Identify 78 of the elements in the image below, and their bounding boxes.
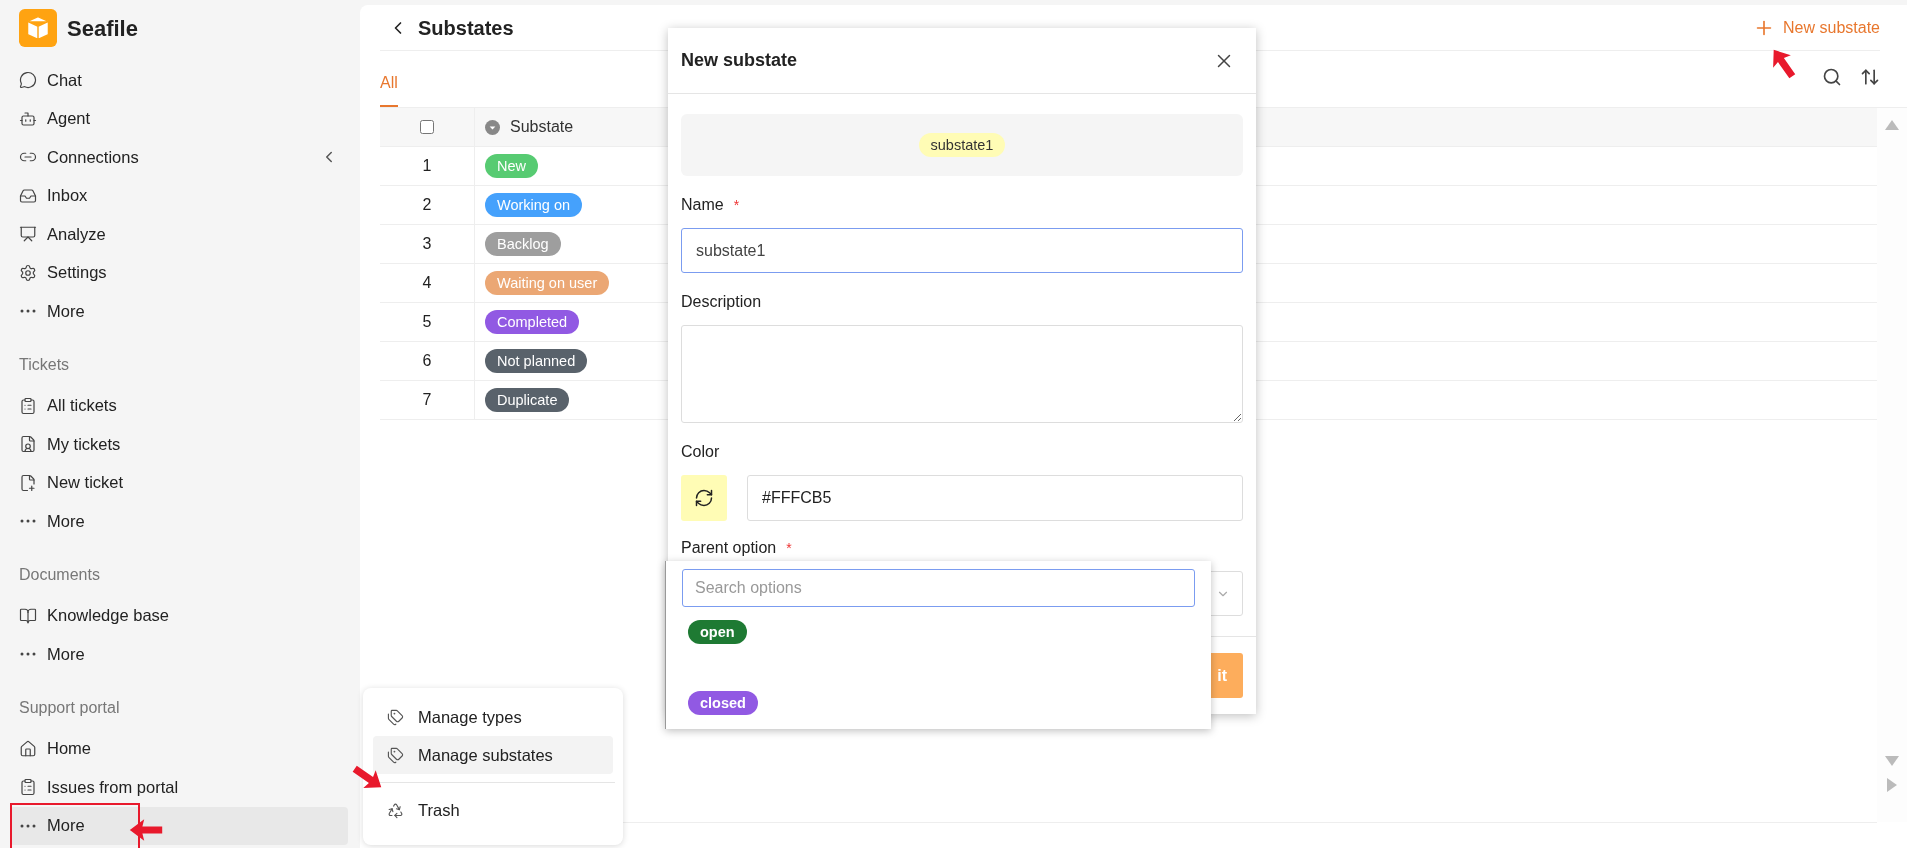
section-title: Support portal (18, 697, 121, 718)
tag-icon (387, 708, 404, 726)
sidebar-item[interactable]: Inbox (10, 176, 348, 215)
sidebar-item[interactable]: All tickets (10, 386, 348, 425)
substate-tag: Not planned (485, 349, 588, 373)
row-number: 1 (380, 147, 475, 185)
home-icon (19, 739, 37, 758)
sort-icon[interactable] (1860, 67, 1880, 87)
dropdown-circle-icon (485, 119, 500, 135)
sidebar-item[interactable]: Agent (10, 99, 348, 138)
robot-icon (19, 109, 37, 128)
search-icon[interactable] (1822, 67, 1842, 87)
substate-tag: New (485, 154, 538, 178)
more-icon (20, 652, 36, 657)
row-number: 2 (380, 186, 475, 224)
sidebar-item[interactable]: More (10, 806, 348, 845)
recycle-icon (387, 801, 404, 819)
sidebar-item[interactable]: My tickets (10, 425, 348, 464)
color-hex-field[interactable]: #FFFCB5 (747, 475, 1243, 521)
menu-item[interactable]: Trash (373, 791, 613, 829)
substate-tag: Waiting on user (485, 271, 610, 295)
box-logo-icon (19, 9, 57, 47)
section-title: Tickets (18, 354, 71, 375)
required-mark: * (733, 195, 740, 215)
preview-tag: substate1 (918, 133, 1006, 157)
substate-tag: Backlog (485, 232, 561, 256)
page-title: Substates (418, 15, 515, 41)
option-tag[interactable]: closed (688, 691, 758, 715)
sidebar-item[interactable]: Issues from portal (10, 768, 348, 807)
sidebar-item[interactable]: More (10, 292, 348, 331)
chat-icon (19, 71, 37, 90)
row-number: 7 (380, 381, 475, 419)
refresh-icon (694, 488, 714, 508)
app-name: Seafile (67, 14, 138, 43)
required-mark: * (786, 538, 792, 558)
clipboard-icon (19, 778, 37, 797)
sidebar-item[interactable]: New ticket (10, 463, 348, 502)
settings-icon (19, 263, 37, 282)
color-swatch-button[interactable] (681, 475, 727, 521)
option-tag[interactable]: open (688, 620, 747, 644)
tag-icon (387, 746, 404, 764)
substate-tag: Duplicate (485, 388, 570, 412)
section-title: Documents (18, 564, 101, 585)
sidebar-item[interactable]: Knowledge base (10, 596, 348, 635)
field-label: Name (681, 195, 724, 215)
book-icon (19, 606, 37, 625)
description-field[interactable] (681, 325, 1243, 423)
more-icon (20, 823, 36, 828)
row-number: 5 (380, 303, 475, 341)
sidebar-item[interactable]: Chat (10, 61, 348, 100)
chart-icon (19, 225, 37, 244)
name-field[interactable]: substate1 (681, 228, 1243, 273)
dialog-title: New substate (681, 49, 799, 72)
sidebar-item[interactable]: Settings (10, 253, 348, 292)
select-all-checkbox[interactable] (420, 120, 434, 134)
field-label: Parent option (681, 538, 777, 558)
sidebar-item[interactable]: Analyze (10, 215, 348, 254)
column-header: Substate (510, 117, 574, 137)
row-number: 4 (380, 264, 475, 302)
sidebar-item[interactable]: Connections (10, 138, 348, 177)
substate-tag: Working on (485, 193, 583, 217)
more-icon (20, 519, 36, 524)
menu-item[interactable]: Manage types (373, 698, 613, 736)
row-number: 3 (380, 225, 475, 263)
menu-item[interactable]: Manage substates (373, 736, 613, 774)
sidebar-item[interactable]: Home (10, 729, 348, 768)
row-number: 6 (380, 342, 475, 380)
search-options-field[interactable]: Search options (682, 569, 1195, 607)
sidebar-item[interactable]: More (10, 502, 348, 541)
field-label: Color (681, 442, 721, 462)
clipboard-icon (19, 396, 37, 415)
user-file-icon (19, 435, 37, 454)
more-icon (20, 309, 36, 314)
sidebar-item[interactable]: More (10, 635, 348, 674)
file-plus-icon (19, 473, 37, 492)
inbox-icon (19, 186, 37, 205)
field-label: Description (681, 292, 763, 312)
substate-tag: Completed (485, 310, 580, 334)
